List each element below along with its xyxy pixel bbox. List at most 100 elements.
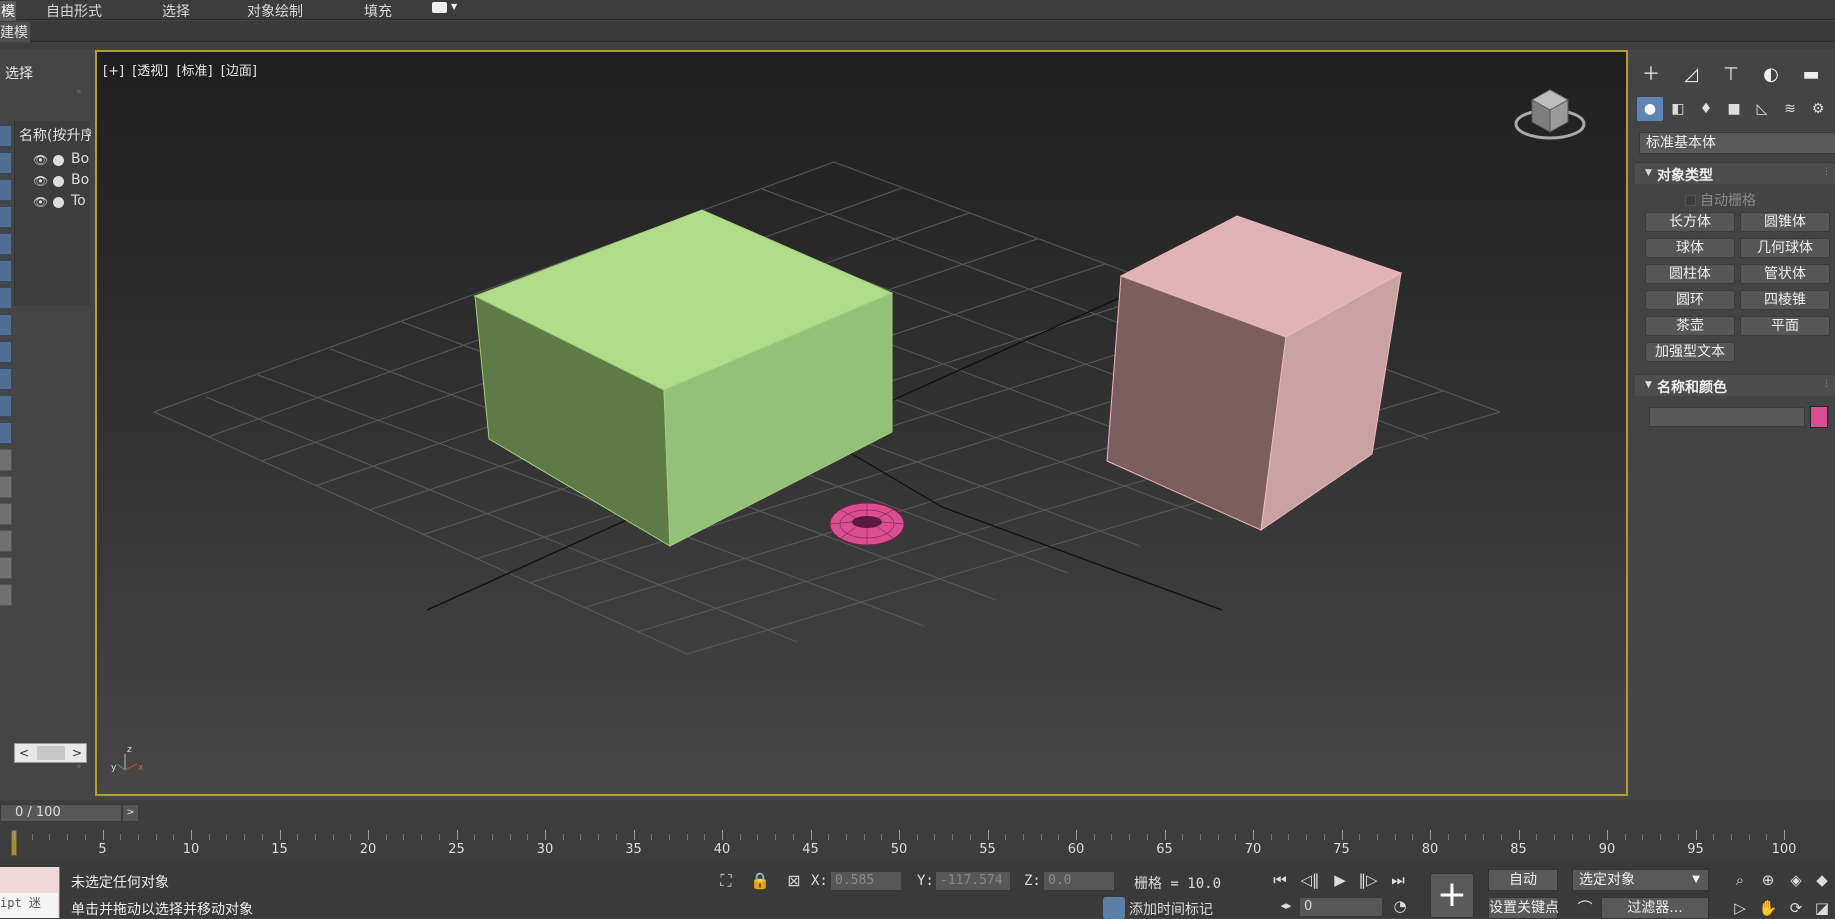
name-column-header[interactable]: 名称(按升序	[19, 125, 91, 145]
display-containers-filter-button[interactable]	[0, 368, 12, 390]
modify-tab-icon[interactable]: ◿	[1677, 61, 1705, 89]
display-bones-filter-button[interactable]	[0, 341, 12, 363]
z-coordinate-field[interactable]: 0.0	[1043, 871, 1115, 891]
menu-item-object-paint[interactable]: 对象绘制	[247, 1, 303, 21]
pink-box-object[interactable]	[1106, 215, 1403, 532]
box-button[interactable]: 长方体	[1645, 212, 1735, 232]
key-mode-toggle-icon[interactable]: ◂▸	[1274, 895, 1298, 917]
time-configuration-icon[interactable]: ◔	[1388, 895, 1412, 917]
object-name-field[interactable]	[1649, 407, 1805, 427]
x-coordinate-field[interactable]: 0.585	[830, 871, 902, 891]
sphere-button[interactable]: 球体	[1645, 238, 1735, 258]
menu-item-selection[interactable]: 选择	[162, 1, 190, 21]
horizontal-scrollbar[interactable]: < >	[14, 743, 87, 763]
maxscript-input[interactable]: ipt 迷	[0, 893, 58, 918]
freeze-icon[interactable]	[53, 176, 64, 187]
display-geometry-filter-button[interactable]	[0, 125, 12, 147]
helpers-category-icon[interactable]: ◺	[1749, 97, 1775, 121]
hierarchy-tab-icon[interactable]: ⊤	[1717, 61, 1745, 89]
list-item[interactable]: 👁 Bo	[33, 151, 91, 171]
lights-category-icon[interactable]: ♦	[1693, 97, 1719, 121]
cone-button[interactable]: 圆锥体	[1740, 212, 1830, 232]
go-to-end-icon[interactable]: ⏭	[1386, 869, 1410, 891]
sync-selection-button[interactable]	[0, 530, 12, 552]
display-groups-filter-button[interactable]	[0, 287, 12, 309]
display-hidden-filter-button[interactable]	[0, 422, 12, 444]
display-lights-filter-button[interactable]	[0, 179, 12, 201]
default-tangent-icon[interactable]: ⌒	[1574, 897, 1596, 919]
eye-icon[interactable]: 👁	[33, 195, 48, 209]
pyramid-button[interactable]: 四棱锥	[1740, 290, 1830, 310]
object-color-swatch[interactable]	[1810, 406, 1828, 428]
chevron-right-icon[interactable]: >	[68, 744, 86, 762]
track-bar[interactable]: 5 10 15 20 25 30 35 40 45 50 55 60 65 70 75 80 85 90 95 100	[0, 826, 1835, 861]
select-none-button[interactable]	[0, 476, 12, 498]
display-helpers-filter-button[interactable]	[0, 233, 12, 255]
field-of-view-icon[interactable]: ▷	[1729, 897, 1751, 919]
freeze-icon[interactable]	[53, 155, 64, 166]
time-slider-next-button[interactable]: >	[122, 804, 139, 822]
textplus-button[interactable]: 加强型文本	[1645, 342, 1735, 362]
torus-button[interactable]: 圆环	[1645, 290, 1735, 310]
create-tab-plus-icon[interactable]: ＋	[1637, 61, 1665, 89]
add-time-tag-button[interactable]: 添加时间标记	[1103, 897, 1213, 919]
zoom-extents-all-icon[interactable]: ◆	[1811, 869, 1833, 891]
go-to-start-icon[interactable]: ⏮	[1268, 869, 1292, 891]
isolate-selection-icon[interactable]: ⛶	[716, 871, 736, 891]
display-spacewarps-filter-button[interactable]	[0, 260, 12, 282]
menu-item-populate[interactable]: 填充	[364, 1, 392, 21]
zoom-icon[interactable]: ⌕	[1729, 869, 1751, 891]
geosphere-button[interactable]: 几何球体	[1740, 238, 1830, 258]
display-xrefs-filter-button[interactable]	[0, 314, 12, 336]
list-item[interactable]: 👁 To	[33, 193, 91, 213]
pan-hand-icon[interactable]: ✋	[1757, 897, 1779, 919]
current-frame-field[interactable]: 0	[1299, 897, 1383, 917]
torus-object[interactable]	[829, 502, 905, 546]
geometry-category-icon[interactable]: ●	[1637, 97, 1663, 121]
key-filter-selection-dropdown[interactable]: 选定对象 ▼	[1572, 869, 1709, 891]
viewcube[interactable]	[1510, 78, 1590, 148]
freeze-icon[interactable]	[53, 197, 64, 208]
cylinder-button[interactable]: 圆柱体	[1645, 264, 1735, 284]
name-and-color-rollout-header[interactable]: ▼ 名称和颜色 ⋮	[1635, 374, 1835, 396]
select-all-button[interactable]	[0, 449, 12, 471]
spacewarps-category-icon[interactable]: ≋	[1777, 97, 1803, 121]
display-shapes-filter-button[interactable]	[0, 152, 12, 174]
ribbon-options-dropdown[interactable]: ▼	[432, 2, 464, 17]
shapes-category-icon[interactable]: ◧	[1665, 97, 1691, 121]
display-cameras-filter-button[interactable]	[0, 206, 12, 228]
absolute-mode-icon[interactable]: ⊠	[784, 871, 804, 891]
teapot-button[interactable]: 茶壶	[1645, 316, 1735, 336]
object-category-dropdown[interactable]: 标准基本体	[1639, 132, 1835, 154]
object-type-rollout-header[interactable]: ▼ 对象类型 ⋮	[1635, 162, 1835, 184]
ribbon-modeling-label[interactable]: 建模	[0, 22, 30, 42]
list-item[interactable]: 👁 Bo	[33, 172, 91, 192]
auto-key-button[interactable]: 自动	[1488, 869, 1558, 891]
eye-icon[interactable]: 👁	[33, 174, 48, 188]
plane-button[interactable]: 平面	[1740, 316, 1830, 336]
menu-item-modeling-tab[interactable]: 模	[0, 1, 16, 21]
previous-frame-icon[interactable]: ◁‖	[1298, 869, 1322, 891]
eye-icon[interactable]: 👁	[33, 153, 48, 167]
zoom-all-icon[interactable]: ⊕	[1757, 869, 1779, 891]
y-coordinate-field[interactable]: -117.574	[935, 871, 1011, 891]
autogrid-checkbox[interactable]: 自动栅格	[1685, 190, 1756, 210]
find-button[interactable]	[0, 584, 12, 606]
set-key-big-button[interactable]: +	[1430, 873, 1474, 918]
maxscript-listener[interactable]: ipt 迷	[0, 867, 60, 918]
cameras-category-icon[interactable]: ■	[1721, 97, 1747, 121]
orbit-icon[interactable]: ⟳	[1785, 897, 1807, 919]
display-particles-filter-button[interactable]	[0, 395, 12, 417]
scrollbar-thumb[interactable]	[37, 746, 65, 760]
select-invert-button[interactable]	[0, 503, 12, 525]
menu-item-freeform[interactable]: 自由形式	[46, 1, 102, 21]
maximize-viewport-icon[interactable]: ◪	[1811, 897, 1833, 919]
next-frame-icon[interactable]: ‖▷	[1356, 869, 1380, 891]
motion-tab-icon[interactable]: ◐	[1757, 61, 1785, 89]
display-tab-icon[interactable]: ▬	[1797, 61, 1825, 89]
systems-category-icon[interactable]: ⚙	[1805, 97, 1831, 121]
filter-toggle-button[interactable]	[0, 557, 12, 579]
time-slider[interactable]: 0 / 100	[0, 804, 122, 822]
zoom-extents-icon[interactable]: ◈	[1785, 869, 1807, 891]
set-key-button[interactable]: 设置关键点	[1488, 897, 1559, 919]
